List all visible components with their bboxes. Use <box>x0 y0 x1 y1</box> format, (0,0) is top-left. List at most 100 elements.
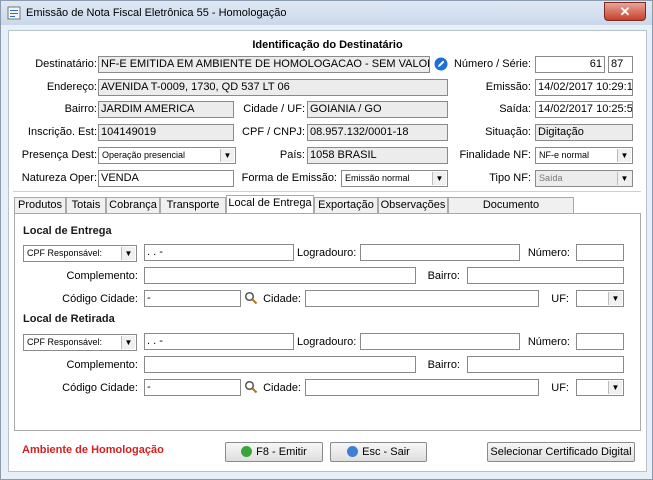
emissao-label: Emissão: <box>485 81 531 93</box>
retirada-logradouro-label: Logradouro: <box>297 336 357 348</box>
entrega-doc-type-select[interactable]: CPF Responsável: ▼ <box>23 245 137 262</box>
sair-button[interactable]: Esc - Sair <box>330 442 427 462</box>
search-icon[interactable] <box>244 380 258 394</box>
situacao-field[interactable]: Digitação <box>535 124 633 141</box>
numero-field[interactable]: 61 <box>535 56 605 73</box>
bairro-label: Bairro: <box>64 103 97 115</box>
saida-label: Saída: <box>499 103 531 115</box>
finalidade-label: Finalidade NF: <box>459 149 531 161</box>
chevron-down-icon: ▼ <box>608 292 622 305</box>
cidade-uf-field[interactable]: GOIANIA / GO <box>307 101 448 118</box>
entrega-bairro-field[interactable] <box>467 267 624 284</box>
close-button[interactable]: ✕ <box>604 2 646 21</box>
forma-emissao-select[interactable]: Emissão normal ▼ <box>341 170 448 187</box>
emitir-label: F8 - Emitir <box>256 446 307 458</box>
entrega-numero-field[interactable] <box>576 244 624 261</box>
entrega-logradouro-label: Logradouro: <box>297 247 357 259</box>
window-title: Emissão de Nota Fiscal Eletrônica 55 - H… <box>26 7 287 19</box>
retirada-uf-select[interactable]: ▼ <box>576 379 624 396</box>
entrega-uf-label: UF: <box>551 293 569 305</box>
retirada-bairro-label: Bairro: <box>427 359 460 371</box>
presenca-label: Presença Dest: <box>21 149 97 161</box>
check-icon <box>241 446 253 457</box>
entrega-logradouro-field[interactable] <box>360 244 520 261</box>
tab-totais[interactable]: Totais <box>66 197 106 213</box>
entrega-cidade-field[interactable] <box>305 290 539 307</box>
situacao-label: Situação: <box>485 126 531 138</box>
endereco-field[interactable]: AVENIDA T-0009, 1730, QD 537 LT 06 <box>98 79 448 96</box>
tab-transporte[interactable]: Transporte <box>160 197 226 213</box>
entrega-codigo-cidade-label: Código Cidade: <box>62 293 138 305</box>
chevron-down-icon: ▼ <box>608 381 622 394</box>
tab-cobranca[interactable]: Cobrança <box>106 197 160 213</box>
natureza-field[interactable]: VENDA <box>98 170 234 187</box>
ambiente-warning: Ambiente de Homologação <box>22 444 164 456</box>
tipo-nf-label: Tipo NF: <box>489 172 531 184</box>
tab-exportacao[interactable]: Exportação <box>314 197 378 213</box>
finalidade-value: NF-e normal <box>539 150 590 160</box>
tipo-nf-select[interactable]: Saída ▼ <box>535 170 633 187</box>
numero-serie-label: Número / Série: <box>453 58 531 70</box>
entrega-doc-type-value: CPF Responsável: <box>27 248 103 258</box>
chevron-down-icon: ▼ <box>432 172 446 185</box>
tab-documento-referenciado[interactable]: Documento Referenciado <box>448 197 574 226</box>
section-title: Identificação do Destinatário <box>252 39 403 51</box>
retirada-title: Local de Retirada <box>23 313 115 325</box>
edit-destinatario-icon[interactable] <box>434 57 448 71</box>
retirada-codigo-cidade-field[interactable]: - <box>144 379 241 396</box>
presenca-select[interactable]: Operação presencial ▼ <box>98 147 236 164</box>
retirada-cidade-field[interactable] <box>305 379 539 396</box>
sair-label: Esc - Sair <box>362 446 410 458</box>
destinatario-label: Destinatário: <box>35 58 97 70</box>
local-entrega-panel: Local de Entrega CPF Responsável: ▼ . . … <box>14 213 641 431</box>
retirada-cpf-field[interactable]: . . - <box>144 333 294 350</box>
cpf-cnpj-field[interactable]: 08.957.132/0001-18 <box>307 124 448 141</box>
natureza-label: Natureza Oper: <box>21 172 97 184</box>
chevron-down-icon: ▼ <box>220 149 234 162</box>
search-icon[interactable] <box>244 291 258 305</box>
retirada-numero-label: Número: <box>527 336 570 348</box>
tab-produtos[interactable]: Produtos <box>14 197 66 213</box>
entrega-numero-label: Número: <box>527 247 570 259</box>
app-icon <box>7 6 21 20</box>
emitir-button[interactable]: F8 - Emitir <box>225 442 323 462</box>
endereco-label: Endereço: <box>46 81 97 93</box>
finalidade-select[interactable]: NF-e normal ▼ <box>535 147 633 164</box>
chevron-down-icon: ▼ <box>617 149 631 162</box>
entrega-cpf-field[interactable]: . . - <box>144 244 294 261</box>
retirada-bairro-field[interactable] <box>467 356 624 373</box>
retirada-logradouro-field[interactable] <box>360 333 520 350</box>
forma-emissao-label: Forma de Emissão: <box>241 172 337 184</box>
retirada-cidade-label: Cidade: <box>263 382 301 394</box>
tab-observacoes[interactable]: Observações <box>378 197 448 213</box>
retirada-doc-type-select[interactable]: CPF Responsável: ▼ <box>23 334 137 351</box>
entrega-uf-select[interactable]: ▼ <box>576 290 624 307</box>
cpf-cnpj-label: CPF / CNPJ: <box>242 126 305 138</box>
divider <box>13 191 641 192</box>
tab-local-de-entrega[interactable]: Local de Entrega <box>226 195 314 214</box>
tipo-nf-value: Saída <box>539 173 563 183</box>
emissao-field[interactable]: 14/02/2017 10:29:16 <box>535 79 633 96</box>
saida-field[interactable]: 14/02/2017 10:25:53 <box>535 101 633 118</box>
inscricao-field[interactable]: 104149019 <box>98 124 234 141</box>
entrega-complemento-field[interactable] <box>144 267 416 284</box>
cidade-uf-label: Cidade / UF: <box>243 103 305 115</box>
entrega-bairro-label: Bairro: <box>427 270 460 282</box>
title-bar: Emissão de Nota Fiscal Eletrônica 55 - H… <box>1 1 652 25</box>
close-icon: ✕ <box>619 4 631 19</box>
exit-icon <box>347 446 359 457</box>
retirada-numero-field[interactable] <box>576 333 624 350</box>
retirada-complemento-field[interactable] <box>144 356 416 373</box>
serie-field[interactable]: 87 <box>608 56 633 73</box>
bairro-field[interactable]: JARDIM AMERICA <box>98 101 234 118</box>
retirada-doc-type-value: CPF Responsável: <box>27 337 103 347</box>
presenca-value: Operação presencial <box>102 150 186 160</box>
destinatario-field[interactable]: NF-E EMITIDA EM AMBIENTE DE HOMOLOGACAO … <box>98 56 430 73</box>
inscricao-label: Inscrição. Est: <box>27 126 97 138</box>
pais-field[interactable]: 1058 BRASIL <box>307 147 448 164</box>
entrega-codigo-cidade-field[interactable]: - <box>144 290 241 307</box>
chevron-down-icon: ▼ <box>121 247 135 260</box>
certificado-button[interactable]: Selecionar Certificado Digital <box>487 442 635 462</box>
chevron-down-icon: ▼ <box>121 336 135 349</box>
chevron-down-icon: ▼ <box>617 172 631 185</box>
